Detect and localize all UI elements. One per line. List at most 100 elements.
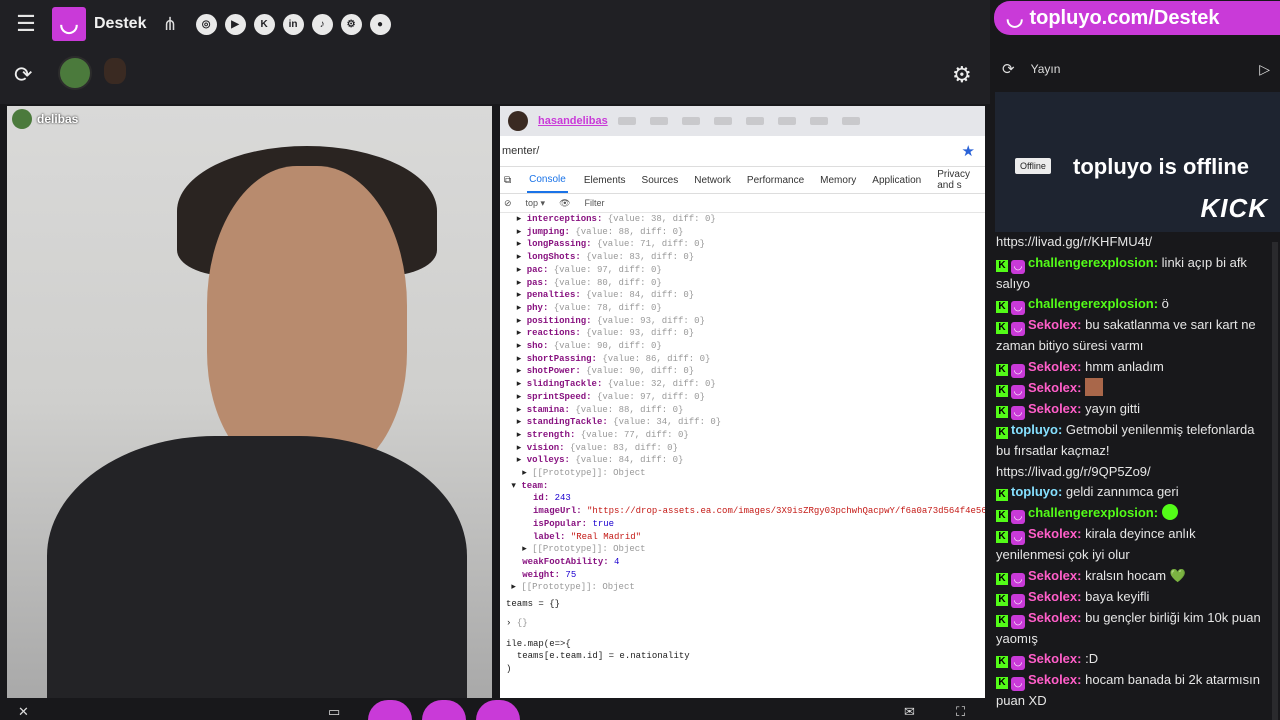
- topluyo-logo[interactable]: ◡: [52, 7, 86, 41]
- chat-username[interactable]: Sekolex: [1028, 610, 1077, 625]
- webcam-panel: delibas: [7, 106, 492, 698]
- browser-tab[interactable]: [841, 117, 860, 125]
- menu-icon[interactable]: ☰: [0, 0, 52, 48]
- chat-username[interactable]: Sekolex: [1028, 651, 1077, 666]
- console-line[interactable]: ▸ [[Prototype]]: Object: [506, 581, 985, 594]
- kick-icon[interactable]: K: [253, 13, 275, 35]
- tab-elements[interactable]: Elements: [584, 175, 626, 186]
- gear-icon[interactable]: ⚙: [952, 62, 972, 88]
- address-bar[interactable]: menter/ ★: [500, 136, 985, 167]
- console-line[interactable]: ▸ penalties: {value: 84, diff: 0}: [506, 289, 985, 302]
- mic-button[interactable]: [422, 700, 466, 720]
- browser-tab[interactable]: [713, 117, 732, 125]
- console-line[interactable]: ▸ shortPassing: {value: 86, diff: 0}: [506, 353, 985, 366]
- console-line[interactable]: ▸ phy: {value: 78, diff: 0}: [506, 302, 985, 315]
- console-line[interactable]: ▸ sho: {value: 90, diff: 0}: [506, 340, 985, 353]
- tab-network[interactable]: Network: [694, 175, 731, 186]
- youtube-icon[interactable]: ▶: [224, 13, 246, 35]
- console-line[interactable]: ▸ longShots: {value: 83, diff: 0}: [506, 251, 985, 264]
- console-line[interactable]: ▸ vision: {value: 83, diff: 0}: [506, 442, 985, 455]
- tiktok-icon[interactable]: ♪: [311, 13, 333, 35]
- console-line: imageUrl: "https://drop-assets.ea.com/im…: [533, 506, 985, 517]
- tab-sources[interactable]: Sources: [642, 175, 679, 186]
- star-icon[interactable]: ★: [962, 142, 975, 160]
- console-line[interactable]: ▸ positioning: {value: 93, diff: 0}: [506, 315, 985, 328]
- offline-player[interactable]: Offline topluyo is offline KICK: [995, 92, 1280, 232]
- avatar[interactable]: [58, 56, 92, 90]
- chat-username[interactable]: challengerexplosion: [1028, 505, 1154, 520]
- tab-console[interactable]: Console: [527, 168, 568, 193]
- chat-messages: https://livad.gg/r/KHFMU4t/ K ◡ challenger…: [996, 232, 1266, 712]
- chat-username[interactable]: Sekolex: [1028, 568, 1077, 583]
- chat-username[interactable]: topluyo: [1011, 484, 1058, 499]
- browser-tab[interactable]: [809, 117, 828, 125]
- chat-username[interactable]: topluyo: [1011, 422, 1058, 437]
- chat-username[interactable]: Sekolex: [1028, 589, 1077, 604]
- chat-username[interactable]: Sekolex: [1028, 317, 1077, 332]
- camera-button[interactable]: [368, 700, 412, 720]
- kick-badge-icon: K: [996, 614, 1008, 627]
- console-line[interactable]: ▸ [[Prototype]]: Object: [506, 543, 985, 556]
- share-screen-button[interactable]: [476, 700, 520, 720]
- browser-tab[interactable]: [745, 117, 764, 125]
- console-line[interactable]: ▸ pac: {value: 97, diff: 0}: [506, 264, 985, 277]
- console-line[interactable]: ▸ jumping: {value: 88, diff: 0}: [506, 226, 985, 239]
- devtools-inspect-icon[interactable]: ⧉: [504, 175, 511, 186]
- refresh-icon[interactable]: ⟳: [1002, 60, 1015, 78]
- console-line[interactable]: ▸ standingTackle: {value: 34, diff: 0}: [506, 416, 985, 429]
- tab-privacy[interactable]: Privacy and s: [937, 169, 985, 191]
- browser-tab[interactable]: [649, 117, 668, 125]
- chat-message: Ktopluyo: Getmobil yenilenmiş telefonlar…: [996, 422, 1255, 479]
- devtools-tabs: ⧉ Console Elements Sources Network Perfo…: [500, 167, 985, 194]
- tab-application[interactable]: Application: [872, 175, 921, 186]
- console-line[interactable]: ▾ team:: [506, 480, 985, 493]
- console-line[interactable]: ▸ volleys: {value: 84, diff: 0}: [506, 454, 985, 467]
- github-icon[interactable]: ●: [369, 13, 391, 35]
- chat-message: K ◡ Sekolex: baya keyifli: [996, 587, 1266, 608]
- console-line[interactable]: ▸ strength: {value: 77, diff: 0}: [506, 429, 985, 442]
- chat-username[interactable]: Sekolex: [1028, 526, 1077, 541]
- context-select[interactable]: top ▾: [526, 198, 546, 209]
- tab-performance[interactable]: Performance: [747, 175, 804, 186]
- chat-username[interactable]: Sekolex: [1028, 380, 1077, 395]
- console-line[interactable]: ▸ interceptions: {value: 38, diff: 0}: [506, 213, 985, 226]
- console-line[interactable]: ▸ slidingTackle: {value: 32, diff: 0}: [506, 378, 985, 391]
- message-icon[interactable]: ✉: [904, 704, 915, 720]
- chat-message: K ◡ Sekolex: kirala deyince anlık yenilenm…: [996, 525, 1196, 562]
- chat-toggle-icon[interactable]: ▭: [328, 704, 340, 720]
- filter-input[interactable]: Filter: [585, 198, 605, 208]
- share-icon[interactable]: ⋔: [162, 14, 177, 35]
- channel-name[interactable]: Destek: [94, 15, 146, 33]
- console-line[interactable]: ▸ shotPower: {value: 90, diff: 0}: [506, 365, 985, 378]
- play-icon[interactable]: ▷: [1259, 61, 1270, 78]
- refresh-icon[interactable]: ⟳: [14, 62, 32, 88]
- browser-tab[interactable]: [617, 117, 636, 125]
- avatar[interactable]: [104, 58, 126, 84]
- eye-icon[interactable]: 👁: [559, 198, 570, 209]
- console-line[interactable]: ▸ reactions: {value: 93, diff: 0}: [506, 327, 985, 340]
- console-line[interactable]: ▸ [[Prototype]]: Object: [506, 467, 985, 480]
- console-line[interactable]: ▸ pas: {value: 80, diff: 0}: [506, 277, 985, 290]
- screen-share-user[interactable]: hasandelibas: [538, 115, 608, 127]
- clear-console-icon[interactable]: ⊘: [504, 198, 512, 209]
- tab-memory[interactable]: Memory: [820, 175, 856, 186]
- chat-message: K ◡ challengerexplosion:: [996, 503, 1266, 524]
- steam-icon[interactable]: ⚙: [340, 13, 362, 35]
- chat-username[interactable]: challengerexplosion: [1028, 255, 1154, 270]
- fullscreen-icon[interactable]: ⛶: [956, 704, 965, 720]
- instagram-icon[interactable]: ◎: [195, 13, 217, 35]
- browser-tab[interactable]: [777, 117, 796, 125]
- chat-message: K ◡ Sekolex: bu sakatlanma ve sarı kart ne…: [996, 317, 1256, 354]
- chat-username[interactable]: Sekolex: [1028, 401, 1077, 416]
- chat-scrollbar[interactable]: [1272, 242, 1278, 720]
- close-icon[interactable]: ✕: [18, 704, 29, 720]
- console-line[interactable]: ▸ sprintSpeed: {value: 97, diff: 0}: [506, 391, 985, 404]
- console-line[interactable]: ▸ longPassing: {value: 71, diff: 0}: [506, 238, 985, 251]
- chat-username[interactable]: challengerexplosion: [1028, 296, 1154, 311]
- chat-username[interactable]: Sekolex: [1028, 359, 1077, 374]
- browser-tab[interactable]: [681, 117, 700, 125]
- chat-username[interactable]: Sekolex: [1028, 672, 1077, 687]
- linkedin-icon[interactable]: in: [282, 13, 304, 35]
- channel-link-banner[interactable]: ◡ topluyo.com/Destek: [994, 1, 1280, 35]
- console-line[interactable]: ▸ stamina: {value: 88, diff: 0}: [506, 404, 985, 417]
